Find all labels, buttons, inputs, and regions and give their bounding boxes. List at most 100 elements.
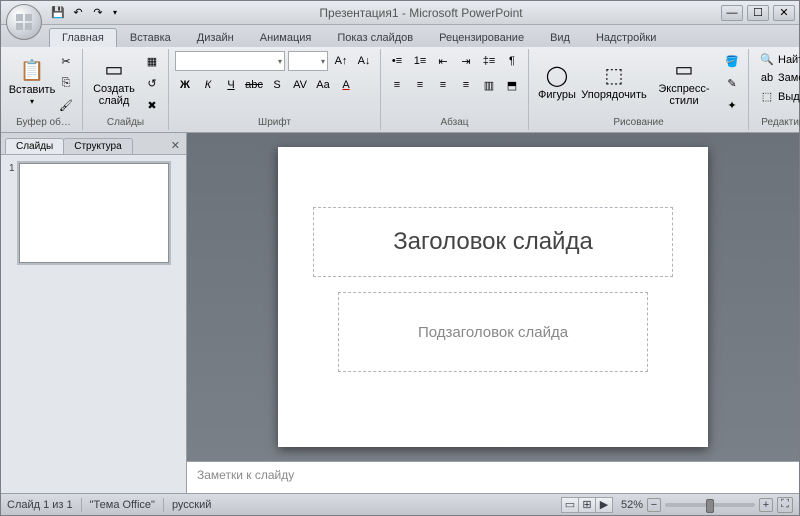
replace-button[interactable]: abЗаменить▾: [755, 70, 800, 86]
grow-font-button[interactable]: A↑: [331, 51, 351, 71]
pane-close-button[interactable]: ✕: [169, 137, 182, 154]
status-language[interactable]: русский: [172, 499, 211, 511]
tab-slideshow[interactable]: Показ слайдов: [324, 28, 426, 47]
close-icon: ✕: [779, 6, 788, 19]
qat-undo-button[interactable]: ↶: [69, 4, 87, 22]
tab-review[interactable]: Рецензирование: [426, 28, 537, 47]
text-direction-button[interactable]: ¶: [502, 51, 522, 71]
qat-customize-button[interactable]: ▾: [109, 4, 121, 22]
pane-tab-outline[interactable]: Структура: [63, 138, 132, 154]
shape-effects-button[interactable]: ✦: [722, 95, 742, 115]
shapes-button[interactable]: ◯ Фигуры: [535, 52, 579, 114]
title-placeholder[interactable]: Заголовок слайда: [313, 207, 673, 277]
qat-redo-button[interactable]: ↷: [89, 4, 107, 22]
slides-pane-tabs: Слайды Структура ✕: [1, 133, 186, 155]
spacing-icon: AV: [293, 79, 307, 91]
app-window: 💾 ↶ ↷ ▾ Презентация1 - Microsoft PowerPo…: [0, 0, 800, 516]
find-button[interactable]: 🔍Найти: [755, 51, 800, 68]
align-left-button[interactable]: ≡: [387, 75, 407, 95]
change-case-button[interactable]: Aa: [313, 75, 333, 95]
minimize-button[interactable]: —: [721, 5, 743, 21]
shape-outline-button[interactable]: ✎: [722, 73, 742, 93]
shrink-font-button[interactable]: A↓: [354, 51, 374, 71]
strike-icon: abc: [245, 79, 263, 91]
select-label: Выделить: [778, 91, 800, 103]
qat-save-button[interactable]: 💾: [49, 4, 67, 22]
normal-view-button[interactable]: ▭: [561, 497, 579, 513]
zoom-slider[interactable]: [665, 503, 755, 507]
layout-button[interactable]: ▦: [142, 51, 162, 71]
delete-slide-button[interactable]: ✖: [142, 95, 162, 115]
new-slide-button[interactable]: ▭ Создать слайд: [89, 52, 139, 114]
tab-design[interactable]: Дизайн: [184, 28, 247, 47]
shadow-button[interactable]: S: [267, 75, 287, 95]
font-family-combo[interactable]: [175, 51, 285, 71]
line-spacing-button[interactable]: ‡≡: [479, 51, 499, 71]
save-icon: 💾: [51, 6, 65, 19]
status-slide-number: Слайд 1 из 1: [7, 499, 73, 511]
char-spacing-button[interactable]: AV: [290, 75, 310, 95]
notes-pane[interactable]: Заметки к слайду: [187, 461, 799, 493]
convert-smartart-button[interactable]: ⬒: [502, 75, 522, 95]
tab-addins[interactable]: Надстройки: [583, 28, 669, 47]
italic-button[interactable]: К: [198, 75, 218, 95]
sorter-view-button[interactable]: ⊞: [578, 497, 596, 513]
maximize-button[interactable]: ☐: [747, 5, 769, 21]
tab-home[interactable]: Главная: [49, 28, 117, 47]
plus-icon: +: [763, 499, 769, 511]
sorter-view-icon: ⊞: [582, 498, 591, 511]
fill-icon: 🪣: [725, 55, 739, 68]
group-font: A↑ A↓ Ж К Ч abc S AV Aa A Шрифт: [169, 49, 381, 130]
outdent-button[interactable]: ⇤: [433, 51, 453, 71]
align-right-button[interactable]: ≡: [433, 75, 453, 95]
layout-icon: ▦: [147, 55, 157, 68]
close-button[interactable]: ✕: [773, 5, 795, 21]
indent-button[interactable]: ⇥: [456, 51, 476, 71]
strike-button[interactable]: abc: [244, 75, 264, 95]
tab-animation[interactable]: Анимация: [247, 28, 325, 47]
align-center-button[interactable]: ≡: [410, 75, 430, 95]
justify-button[interactable]: ≡: [456, 75, 476, 95]
office-button[interactable]: [6, 4, 42, 40]
effects-icon: ✦: [727, 99, 736, 112]
styles-label: Экспресс-стили: [650, 83, 718, 107]
tab-insert[interactable]: Вставка: [117, 28, 184, 47]
separator: [81, 498, 82, 512]
reset-button[interactable]: ↺: [142, 73, 162, 93]
office-logo-icon: [14, 12, 34, 32]
copy-button[interactable]: ⎘: [56, 73, 76, 93]
select-button[interactable]: ⬚Выделить▾: [755, 88, 800, 105]
close-icon: ✕: [171, 140, 180, 152]
separator: [163, 498, 164, 512]
columns-button[interactable]: ▥: [479, 75, 499, 95]
zoom-in-button[interactable]: +: [759, 498, 773, 512]
fit-icon: ⛶: [781, 498, 789, 511]
bold-button[interactable]: Ж: [175, 75, 195, 95]
slide-thumbnail[interactable]: 1: [9, 163, 178, 263]
case-icon: Aa: [316, 79, 329, 91]
subtitle-placeholder[interactable]: Подзаголовок слайда: [338, 292, 648, 372]
slide-canvas[interactable]: Заголовок слайда Подзаголовок слайда: [187, 133, 799, 461]
tab-view[interactable]: Вид: [537, 28, 583, 47]
underline-button[interactable]: Ч: [221, 75, 241, 95]
zoom-out-button[interactable]: −: [647, 498, 661, 512]
fit-window-button[interactable]: ⛶: [777, 497, 793, 513]
numbering-button[interactable]: 1≡: [410, 51, 430, 71]
group-font-label: Шрифт: [175, 115, 374, 128]
find-icon: 🔍: [760, 53, 774, 66]
slideshow-view-button[interactable]: ▶: [595, 497, 613, 513]
pane-tab-slides[interactable]: Слайды: [5, 138, 64, 154]
cut-button[interactable]: ✂: [56, 51, 76, 71]
quick-styles-button[interactable]: ▭ Экспресс-стили: [649, 52, 719, 114]
font-size-combo[interactable]: [288, 51, 328, 71]
arrange-button[interactable]: ⬚ Упорядочить: [582, 52, 646, 114]
zoom-level[interactable]: 52%: [621, 499, 643, 511]
font-color-button[interactable]: A: [336, 75, 356, 95]
format-painter-button[interactable]: 🖌: [56, 95, 76, 115]
justify-icon: ≡: [463, 79, 469, 91]
shape-fill-button[interactable]: 🪣: [722, 51, 742, 71]
paste-button[interactable]: 📋 Вставить ▾: [11, 52, 53, 114]
indent-icon: ⇥: [461, 55, 470, 68]
slide[interactable]: Заголовок слайда Подзаголовок слайда: [278, 147, 708, 447]
bullets-button[interactable]: •≡: [387, 51, 407, 71]
